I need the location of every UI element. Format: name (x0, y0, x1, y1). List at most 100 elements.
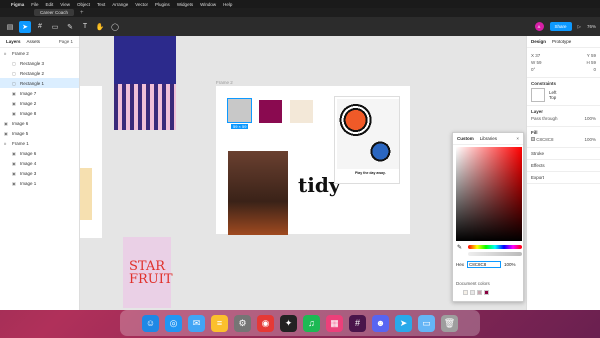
close-icon[interactable]: × (516, 136, 519, 141)
rectangle-3[interactable] (290, 100, 313, 123)
notes-icon[interactable]: ≡ (211, 314, 228, 332)
layer-row[interactable]: ▣ Image 8 (0, 108, 79, 118)
frame-tool-icon[interactable]: # (34, 21, 46, 33)
menu-plugins[interactable]: Plugins (155, 2, 170, 7)
alpha-slider[interactable] (468, 252, 522, 256)
menu-file[interactable]: File (31, 2, 38, 7)
tab-assets[interactable]: Assets (27, 39, 41, 44)
export-section[interactable]: Export (527, 172, 600, 184)
radius-field[interactable]: 0 (593, 67, 596, 72)
spotify-icon[interactable]: ♫ (303, 314, 320, 332)
layer-label: Frame 1 (12, 140, 29, 146)
menu-arrange[interactable]: Arrange (112, 2, 128, 7)
main-menu-icon[interactable]: ▤ (4, 21, 16, 33)
layer-row[interactable]: ▣ Image 6 (0, 118, 79, 128)
x-field[interactable]: X 37 (531, 53, 540, 58)
layer-row[interactable]: ▣ Image 3 (0, 168, 79, 178)
w-field[interactable]: W 59 (531, 60, 542, 65)
y-field[interactable]: Y 59 (587, 53, 596, 58)
layer-row[interactable]: ▢ Rectangle 3 (0, 58, 79, 68)
layer-row[interactable]: ▣ Image 4 (0, 158, 79, 168)
effects-section[interactable]: Effects (527, 160, 600, 172)
image-pink-pattern[interactable] (114, 84, 176, 130)
image-starfruit[interactable]: STAR FRUIT (123, 237, 173, 308)
discord-icon[interactable]: ☻ (372, 314, 389, 332)
mirror-icon[interactable]: ▦ (326, 314, 343, 332)
fill-hex[interactable]: C8C8C8 (531, 137, 554, 142)
pen-tool-icon[interactable]: ✎ (64, 21, 76, 33)
menu-edit[interactable]: Edit (46, 2, 54, 7)
fill-opacity[interactable]: 100% (584, 137, 596, 142)
hex-input[interactable]: C8C8C8 (467, 261, 502, 268)
hue-slider[interactable] (468, 245, 522, 249)
safari-icon[interactable]: ◎ (165, 314, 182, 332)
rotation-field[interactable]: 0° (531, 67, 535, 72)
shape-tool-icon[interactable]: ▭ (49, 21, 61, 33)
new-tab-icon[interactable]: + (80, 10, 84, 16)
tab-design[interactable]: Design (531, 39, 546, 44)
layer-row[interactable]: ▣ Image 6 (0, 148, 79, 158)
layer-row[interactable]: ▢ Rectangle 2 (0, 68, 79, 78)
eyedropper-icon[interactable]: ✎ (457, 244, 462, 251)
stroke-section[interactable]: Stroke (527, 148, 600, 160)
layer-opacity[interactable]: 100% (584, 116, 596, 121)
layer-row[interactable]: ▢ Rectangle 1 (0, 78, 79, 88)
tab-career-coach[interactable]: Career Coach (34, 9, 75, 16)
menu-window[interactable]: Window (200, 2, 216, 7)
rectangle-1[interactable] (227, 98, 252, 123)
app-name[interactable]: Figma (11, 2, 24, 7)
mail-icon[interactable]: ✉ (188, 314, 205, 332)
color-swatch[interactable] (484, 290, 489, 295)
layer-row[interactable]: ▣ Image 5 (0, 128, 79, 138)
color-swatch[interactable] (470, 290, 475, 295)
image-tidy[interactable]: tidy (298, 176, 358, 234)
rectangle-2[interactable] (259, 100, 282, 123)
zoom-level[interactable]: 76% (587, 24, 596, 29)
menu-help[interactable]: Help (223, 2, 232, 7)
folder-icon[interactable]: ▭ (418, 314, 435, 332)
menu-text[interactable]: Text (97, 2, 105, 7)
layer-row[interactable]: # Frame 1 (0, 138, 79, 148)
comment-tool-icon[interactable]: ◯ (109, 21, 121, 33)
tab-layers[interactable]: Layers (6, 39, 21, 44)
move-tool-icon[interactable]: ➤ (19, 20, 31, 33)
finder-icon[interactable]: ☺ (142, 314, 159, 332)
layer-row[interactable]: ▣ Image 1 (0, 178, 79, 188)
trash-icon[interactable]: 🗑 (441, 314, 458, 332)
telegram-icon[interactable]: ➤ (395, 314, 412, 332)
text-tool-icon[interactable]: T (79, 21, 91, 33)
constraints-widget[interactable] (531, 88, 545, 102)
layer-row[interactable]: ▣ Image 2 (0, 98, 79, 108)
layer-row[interactable]: ▣ Image 7 (0, 88, 79, 98)
figma-icon[interactable]: ✦ (280, 314, 297, 332)
chrome-icon[interactable]: ◉ (257, 314, 274, 332)
tab-custom[interactable]: Custom (457, 136, 474, 141)
present-icon[interactable]: ▷ (578, 24, 581, 30)
frame-2[interactable]: 59 × 59 tidy Play the day away. (216, 86, 410, 235)
picker-opacity[interactable]: 100% (504, 262, 516, 267)
menu-object[interactable]: Object (77, 2, 90, 7)
image-partial-left[interactable] (80, 168, 92, 220)
page-selector[interactable]: Page 1 (59, 39, 73, 44)
layer-row[interactable]: # Frame 2 (0, 48, 79, 58)
menu-widgets[interactable]: Widgets (177, 2, 193, 7)
saturation-field[interactable] (456, 147, 522, 241)
tab-prototype[interactable]: Prototype (552, 39, 571, 44)
constraint-vertical[interactable]: Top (549, 95, 557, 100)
color-swatch[interactable] (477, 290, 482, 295)
menu-view[interactable]: View (60, 2, 70, 7)
blend-mode[interactable]: Pass through (531, 116, 558, 121)
share-button[interactable]: Share (549, 22, 572, 31)
avatar[interactable]: A (534, 22, 544, 31)
fill-swatch[interactable] (531, 137, 535, 141)
image-portrait[interactable] (228, 151, 288, 235)
tab-libraries[interactable]: Libraries (480, 136, 497, 141)
slack-icon[interactable]: # (349, 314, 366, 332)
hand-tool-icon[interactable]: ✋ (94, 21, 106, 33)
h-field[interactable]: H 59 (586, 60, 596, 65)
image-blue-pattern[interactable] (114, 36, 176, 84)
menu-vector[interactable]: Vector (135, 2, 148, 7)
image-poster[interactable]: Play the day away. (334, 96, 400, 184)
settings-icon[interactable]: ⚙ (234, 314, 251, 332)
color-swatch[interactable] (463, 290, 468, 295)
